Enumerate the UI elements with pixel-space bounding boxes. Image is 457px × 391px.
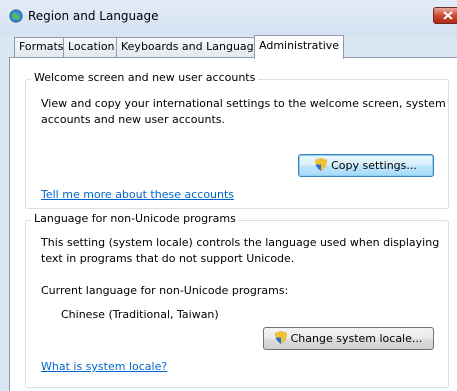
copy-settings-button[interactable]: Copy settings... [298,154,434,177]
tell-me-more-link[interactable]: Tell me more about these accounts [41,187,234,203]
copy-settings-label: Copy settings... [331,159,417,172]
globe-icon [9,9,23,23]
shield-icon [315,158,328,171]
change-system-locale-label: Change system locale... [290,332,423,345]
non-unicode-description-line2: text in programs that do not support Uni… [41,252,295,265]
window-title: Region and Language [28,9,159,23]
shield-icon [274,331,287,344]
non-unicode-legend: Language for non-Unicode programs [31,212,239,225]
what-is-system-locale-link[interactable]: What is system locale? [41,359,167,375]
close-button[interactable] [433,7,457,24]
non-unicode-description-line1: This setting (system locale) controls th… [41,236,440,249]
welcome-screen-group: Welcome screen and new user accounts Vie… [25,71,449,209]
welcome-screen-legend: Welcome screen and new user accounts [31,71,259,84]
welcome-description-line1: View and copy your international setting… [41,97,446,110]
tab-location[interactable]: Location [63,37,120,57]
welcome-description-line2: accounts and new user accounts. [41,113,226,126]
tab-panel-administrative: Welcome screen and new user accounts Vie… [9,57,457,391]
change-system-locale-button[interactable]: Change system locale... [263,327,434,350]
non-unicode-group: Language for non-Unicode programs This s… [25,212,449,388]
current-language-label: Current language for non-Unicode program… [41,284,289,297]
tab-administrative[interactable]: Administrative [254,35,345,59]
tab-formats[interactable]: Formats [14,37,69,57]
tab-keyboards-and-languages[interactable]: Keyboards and Languages [116,37,272,57]
current-language-value: Chinese (Traditional, Taiwan) [61,308,219,321]
close-icon [443,11,453,20]
title-bar: Region and Language [0,0,457,35]
